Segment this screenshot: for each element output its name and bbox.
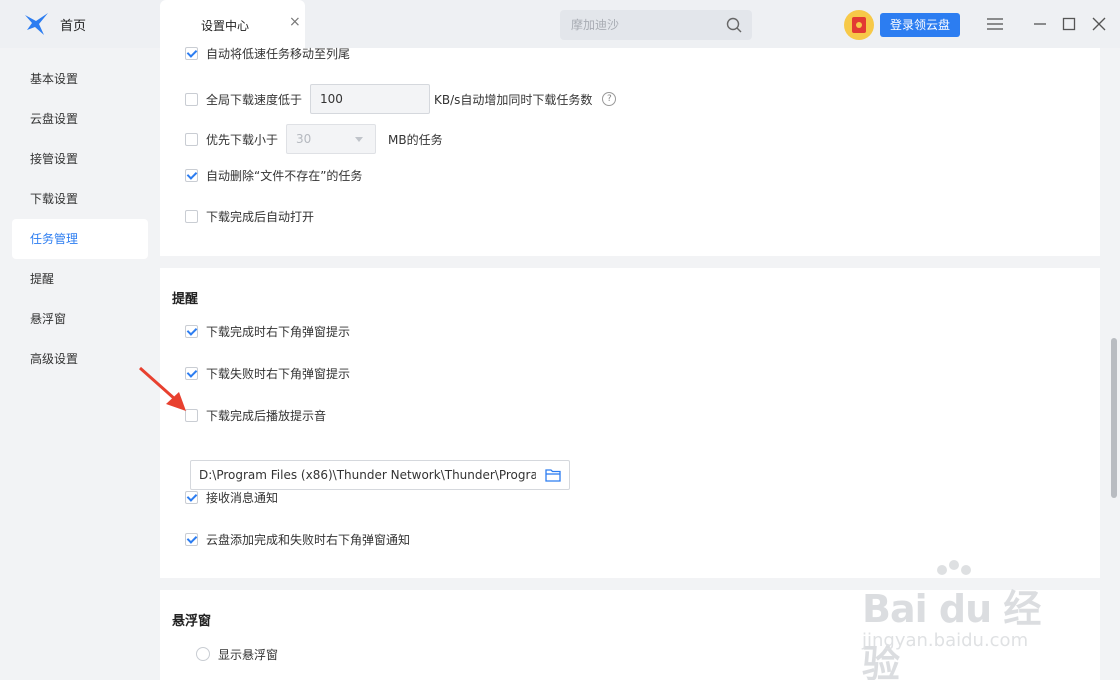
search-icon[interactable] — [726, 17, 742, 33]
home-button[interactable]: 首页 — [24, 12, 86, 36]
small-first-value: 30 — [296, 132, 312, 146]
sidebar-item-float-window[interactable]: 悬浮窗 — [12, 299, 148, 339]
scrollbar[interactable] — [1108, 48, 1120, 680]
move-slow-tail-option[interactable]: 自动将低速任务移动至列尾 — [185, 43, 350, 63]
show-float-option[interactable]: 显示悬浮窗 — [196, 644, 278, 664]
title-bar: 首页 设置中心 × 登录领云盘 — [0, 0, 1120, 48]
global-speed-suffix: KB/s自动增加同时下载任务数 — [434, 92, 593, 107]
help-icon[interactable]: ? — [602, 92, 617, 106]
small-first-checkbox[interactable] — [185, 132, 198, 146]
scrollbar-thumb[interactable] — [1111, 338, 1117, 498]
popup-done-checkbox[interactable] — [185, 324, 198, 338]
global-speed-option: 全局下载速度低于 KB/s自动增加同时下载任务数 ? — [185, 84, 617, 114]
play-sound-label: 下载完成后播放提示音 — [206, 408, 327, 423]
message-notify-checkbox[interactable] — [185, 490, 198, 504]
cloud-notify-option[interactable]: 云盘添加完成和失败时右下角弹窗通知 — [185, 529, 410, 549]
sidebar-item-reminder[interactable]: 提醒 — [12, 259, 148, 299]
message-notify-label: 接收消息通知 — [206, 490, 279, 505]
folder-icon[interactable] — [545, 468, 561, 482]
cloud-notify-label: 云盘添加完成和失败时右下角弹窗通知 — [206, 532, 411, 547]
popup-fail-label: 下载失败时右下角弹窗提示 — [206, 366, 351, 381]
message-notify-option[interactable]: 接收消息通知 — [185, 487, 278, 507]
small-first-suffix: MB的任务 — [388, 132, 443, 147]
search-box[interactable] — [560, 10, 752, 40]
chevron-down-icon — [355, 137, 364, 142]
float-window-section-title: 悬浮窗 — [172, 614, 212, 629]
play-sound-option[interactable]: 下载完成后播放提示音 — [185, 405, 326, 425]
task-management-card: 自动将低速任务移动至列尾 全局下载速度低于 KB/s自动增加同时下载任务数 ? … — [160, 46, 1100, 256]
delete-missing-label: 自动删除“文件不存在”的任务 — [206, 168, 363, 183]
auto-open-option[interactable]: 下载完成后自动打开 — [185, 206, 314, 226]
popup-done-label: 下载完成时右下角弹窗提示 — [206, 324, 351, 339]
move-slow-tail-checkbox[interactable] — [185, 46, 198, 60]
delete-missing-checkbox[interactable] — [185, 168, 198, 182]
sidebar-item-task-management[interactable]: 任务管理 — [12, 219, 148, 259]
tab-close-icon[interactable]: × — [289, 15, 301, 29]
small-first-option: 优先下载小于 30 MB的任务 — [185, 124, 443, 154]
watermark-site: jingyan.baidu.com — [862, 630, 1029, 651]
sidebar-item-basic[interactable]: 基本设置 — [12, 59, 148, 99]
minimize-icon[interactable] — [1031, 15, 1049, 33]
sidebar-item-download[interactable]: 下载设置 — [12, 179, 148, 219]
popup-done-option[interactable]: 下载完成时右下角弹窗提示 — [185, 321, 350, 341]
watermark-brand: Bai du 经验 — [862, 587, 1041, 680]
sound-path-input[interactable] — [191, 461, 536, 489]
tab-settings-center[interactable]: 设置中心 × — [160, 0, 305, 48]
auto-open-label: 下载完成后自动打开 — [206, 209, 315, 224]
sidebar-item-takeover[interactable]: 接管设置 — [12, 139, 148, 179]
popup-fail-option[interactable]: 下载失败时右下角弹窗提示 — [185, 363, 350, 383]
small-first-label: 优先下载小于 — [206, 132, 279, 147]
global-speed-label: 全局下载速度低于 — [206, 92, 303, 107]
delete-missing-option[interactable]: 自动删除“文件不存在”的任务 — [185, 165, 362, 185]
home-label: 首页 — [60, 18, 87, 34]
move-slow-tail-label: 自动将低速任务移动至列尾 — [206, 46, 351, 61]
small-first-select[interactable]: 30 — [286, 124, 377, 154]
settings-sidebar: 基本设置 云盘设置 接管设置 下载设置 任务管理 提醒 悬浮窗 高级设置 — [0, 48, 160, 680]
reminder-section-title: 提醒 — [172, 292, 199, 307]
red-packet-icon[interactable] — [844, 10, 874, 40]
auto-open-checkbox[interactable] — [185, 209, 198, 223]
tab-label: 设置中心 — [201, 19, 250, 33]
show-float-label: 显示悬浮窗 — [218, 647, 279, 662]
login-cloud-button[interactable]: 登录领云盘 — [880, 13, 960, 37]
sidebar-item-advanced[interactable]: 高级设置 — [12, 339, 148, 379]
sound-path-field[interactable] — [190, 460, 570, 490]
show-float-radio[interactable] — [196, 647, 210, 661]
close-window-icon[interactable] — [1090, 15, 1108, 33]
search-input[interactable] — [560, 10, 720, 40]
sidebar-item-cloud[interactable]: 云盘设置 — [12, 99, 148, 139]
maximize-icon[interactable] — [1060, 15, 1078, 33]
cloud-notify-checkbox[interactable] — [185, 532, 198, 546]
thunder-bird-logo-icon — [25, 13, 48, 35]
global-speed-checkbox[interactable] — [185, 92, 198, 106]
baidu-jingyan-watermark: Bai du 经验 jingyan.baidu.com — [858, 560, 1068, 680]
menu-icon[interactable] — [986, 15, 1004, 33]
reminder-card: 提醒 下载完成时右下角弹窗提示 下载失败时右下角弹窗提示 下载完成后播放提示音 … — [160, 268, 1100, 578]
global-speed-input[interactable] — [310, 84, 431, 114]
annotation-arrow-icon — [139, 366, 186, 411]
